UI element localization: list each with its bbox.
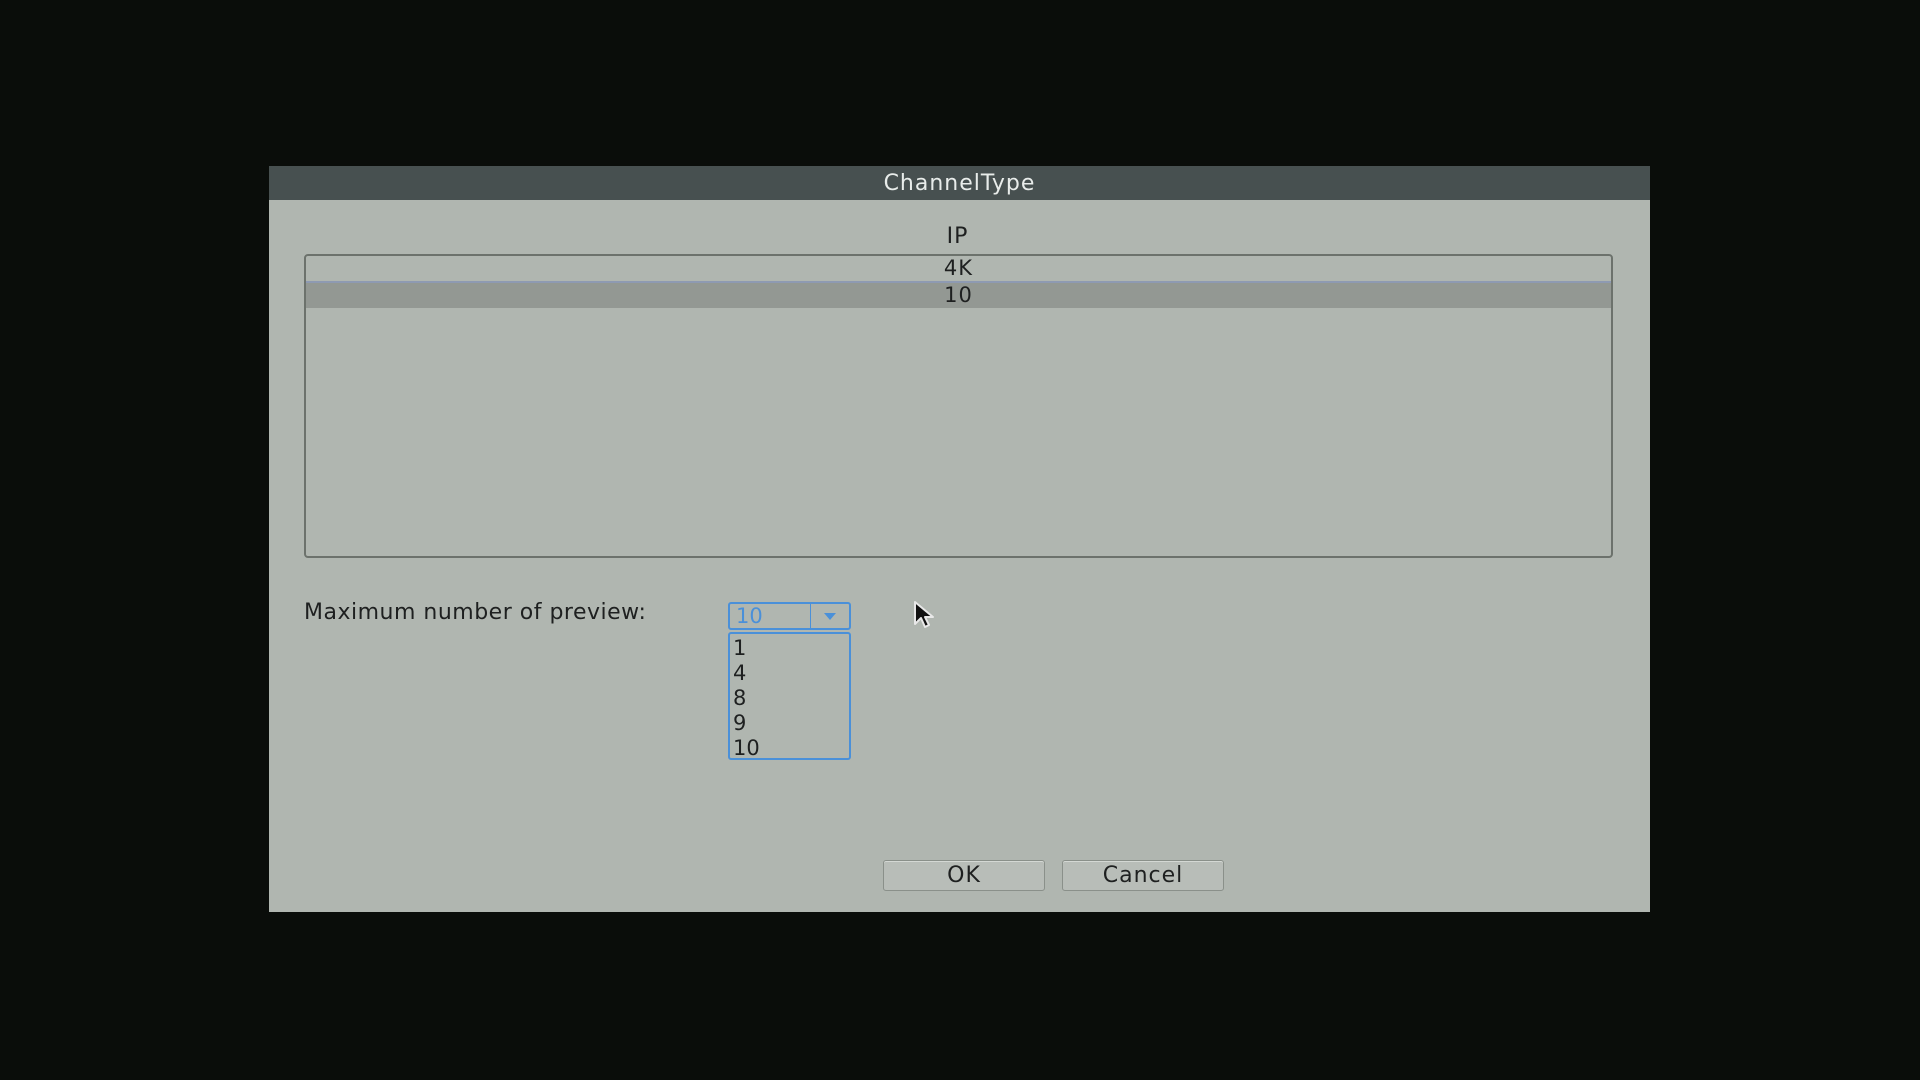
table-row[interactable]: 4K <box>306 256 1611 283</box>
preview-options-list: 1 4 8 9 10 <box>728 632 851 760</box>
chevron-down-icon <box>824 612 836 620</box>
channel-type-dialog: ChannelType IP 4K 10 Maximum number of p… <box>269 166 1650 912</box>
option-item[interactable]: 8 <box>730 686 849 711</box>
max-preview-select[interactable]: 10 <box>728 602 851 630</box>
dialog-title: ChannelType <box>269 166 1650 200</box>
option-item[interactable]: 10 <box>730 736 849 761</box>
column-header-ip: IP <box>946 224 969 249</box>
table-row-selected[interactable]: 10 <box>306 283 1611 308</box>
option-item[interactable]: 4 <box>730 661 849 686</box>
option-item[interactable]: 9 <box>730 711 849 736</box>
cancel-button[interactable]: Cancel <box>1062 860 1224 891</box>
option-item[interactable]: 1 <box>730 636 849 661</box>
max-preview-label: Maximum number of preview: <box>304 600 647 625</box>
channel-table: 4K 10 <box>304 254 1613 558</box>
mouse-pointer-icon <box>913 600 939 634</box>
ok-button[interactable]: OK <box>883 860 1045 891</box>
dropdown-toggle[interactable] <box>810 604 849 628</box>
select-value: 10 <box>736 604 763 628</box>
